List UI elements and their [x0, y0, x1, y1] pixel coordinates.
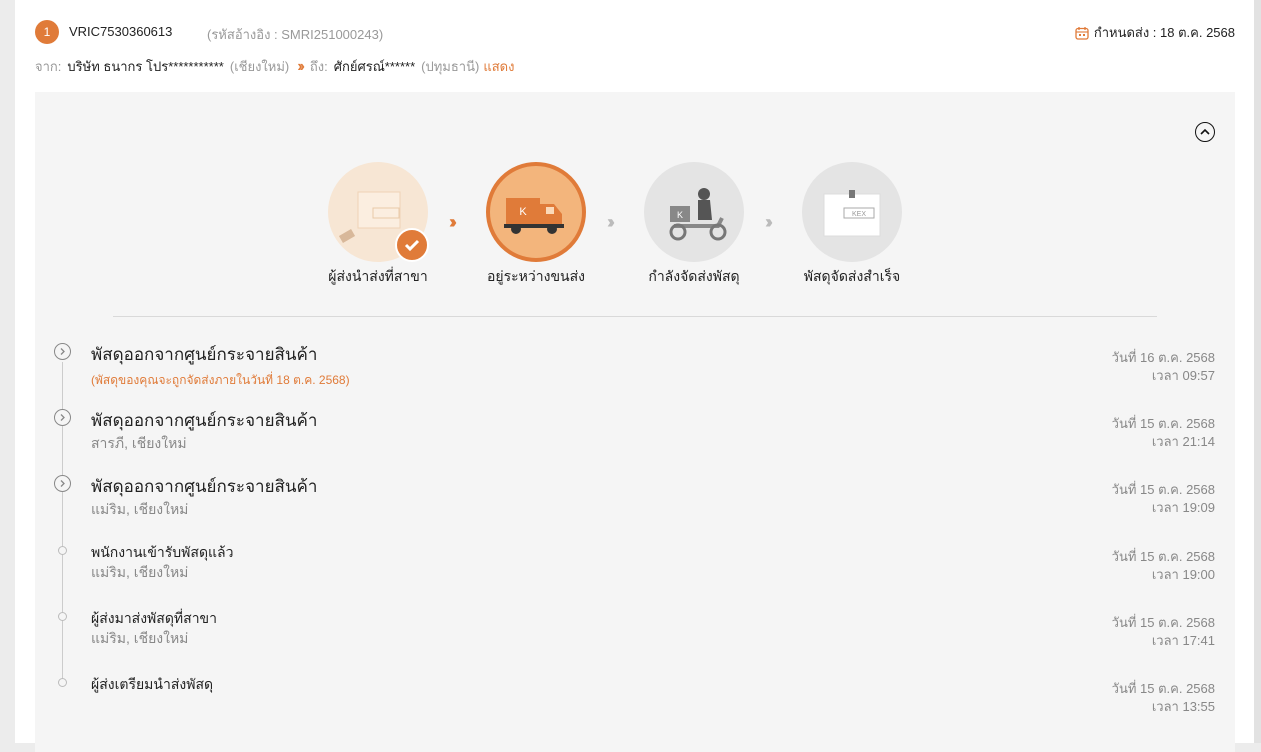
timeline-dot-icon [58, 546, 67, 555]
event-location: แม่ริม, เชียงใหม่ [91, 630, 189, 646]
recipient-name: ศักย์ศรณ์****** [333, 59, 416, 74]
scooter-rider-icon: K [644, 162, 744, 262]
delivery-truck-icon: K [486, 162, 586, 262]
event-title: พัสดุออกจากศูนย์กระจายสินค้า [91, 345, 318, 364]
step-label: ผู้ส่งนำส่งที่สาขา [328, 268, 428, 284]
from-label: จาก: [35, 59, 62, 74]
sender-name: บริษัท ธนากร โปร*********** [67, 59, 224, 74]
event-time: เวลา 13:55 [1151, 699, 1215, 714]
check-icon [395, 228, 429, 262]
shipment-card: 1 VRIC7530360613 (รหัสอ้างอิง : SMRI2510… [15, 0, 1254, 752]
event-location: สารภี, เชียงใหม่ [91, 435, 187, 451]
event-title: ผู้ส่งมาส่งพัสดุที่สาขา [91, 610, 217, 626]
event-time: เวลา 19:00 [1151, 567, 1215, 582]
recipient-province: (ปทุมธานี) [421, 59, 480, 74]
chevron-right-icon [54, 409, 71, 426]
route-info: จาก: บริษัท ธนากร โปร*********** (เชียงใ… [35, 56, 514, 77]
step-arrow-icon: ›› [765, 212, 773, 232]
step-sender-dropoff: ผู้ส่งนำส่งที่สาขา [308, 162, 448, 288]
reference-number: (รหัสอ้างอิง : SMRI251000243) [207, 27, 384, 42]
index-badge: 1 [35, 20, 59, 44]
sender-province: (เชียงใหม่) [229, 59, 290, 74]
double-chevron-icon: ›› [297, 57, 304, 75]
event-time: เวลา 17:41 [1151, 633, 1215, 648]
show-details-link[interactable]: แสดง [483, 56, 514, 77]
timeline-dot-icon [58, 678, 67, 687]
step-out-for-delivery: K กำลังจัดส่งพัสดุ [624, 162, 764, 288]
event-location: แม่ริม, เชียงใหม่ [91, 501, 189, 517]
event-time: เวลา 09:57 [1151, 368, 1215, 383]
step-arrow-icon: ›› [607, 212, 615, 232]
chevron-up-icon [1200, 128, 1210, 135]
event-title: ผู้ส่งเตรียมนำส่งพัสดุ [91, 676, 214, 692]
tracking-number: VRIC7530360613 [69, 24, 173, 39]
svg-text:K: K [519, 206, 527, 218]
event-title: พนักงานเข้ารับพัสดุแล้ว [91, 544, 234, 560]
step-in-transit: K อยู่ระหว่างขนส่ง [466, 162, 606, 288]
event-time: เวลา 19:09 [1151, 500, 1215, 515]
svg-text:KEX: KEX [852, 211, 866, 218]
event-title: พัสดุออกจากศูนย์กระจายสินค้า [91, 411, 318, 430]
step-arrow-icon: ›› [449, 212, 457, 232]
timeline-dot-icon [58, 612, 67, 621]
step-label: พัสดุจัดส่งสำเร็จ [803, 268, 901, 284]
event-note: (พัสดุของคุณจะถูกจัดส่งภายในวันที่ 18 ต.… [91, 373, 350, 387]
step-delivered: KEX พัสดุจัดส่งสำเร็จ [782, 162, 922, 288]
step-label: กำลังจัดส่งพัสดุ [648, 268, 740, 284]
event-time: เวลา 21:14 [1151, 434, 1215, 449]
calendar-icon [1075, 26, 1089, 40]
scrollbar-track[interactable] [1254, 0, 1261, 743]
divider [113, 316, 1157, 317]
deadline-text: กำหนดส่ง : 18 ต.ค. 2568 [1093, 25, 1235, 40]
chevron-right-icon [54, 475, 71, 492]
parcel-box-icon: KEX [802, 162, 902, 262]
to-label: ถึง: [309, 59, 328, 74]
tracking-panel: ผู้ส่งนำส่งที่สาขา ›› K อยู่ระหว่างขนส่ง… [35, 92, 1235, 752]
collapse-button[interactable] [1195, 122, 1215, 142]
svg-text:K: K [677, 210, 683, 220]
event-location: แม่ริม, เชียงใหม่ [91, 564, 189, 580]
delivery-deadline: กำหนดส่ง : 18 ต.ค. 2568 [1075, 22, 1235, 43]
shipment-header: 1 VRIC7530360613 (รหัสอ้างอิง : SMRI2510… [35, 20, 1235, 44]
chevron-right-icon [54, 343, 71, 360]
event-title: พัสดุออกจากศูนย์กระจายสินค้า [91, 477, 318, 496]
step-label: อยู่ระหว่างขนส่ง [487, 268, 585, 284]
